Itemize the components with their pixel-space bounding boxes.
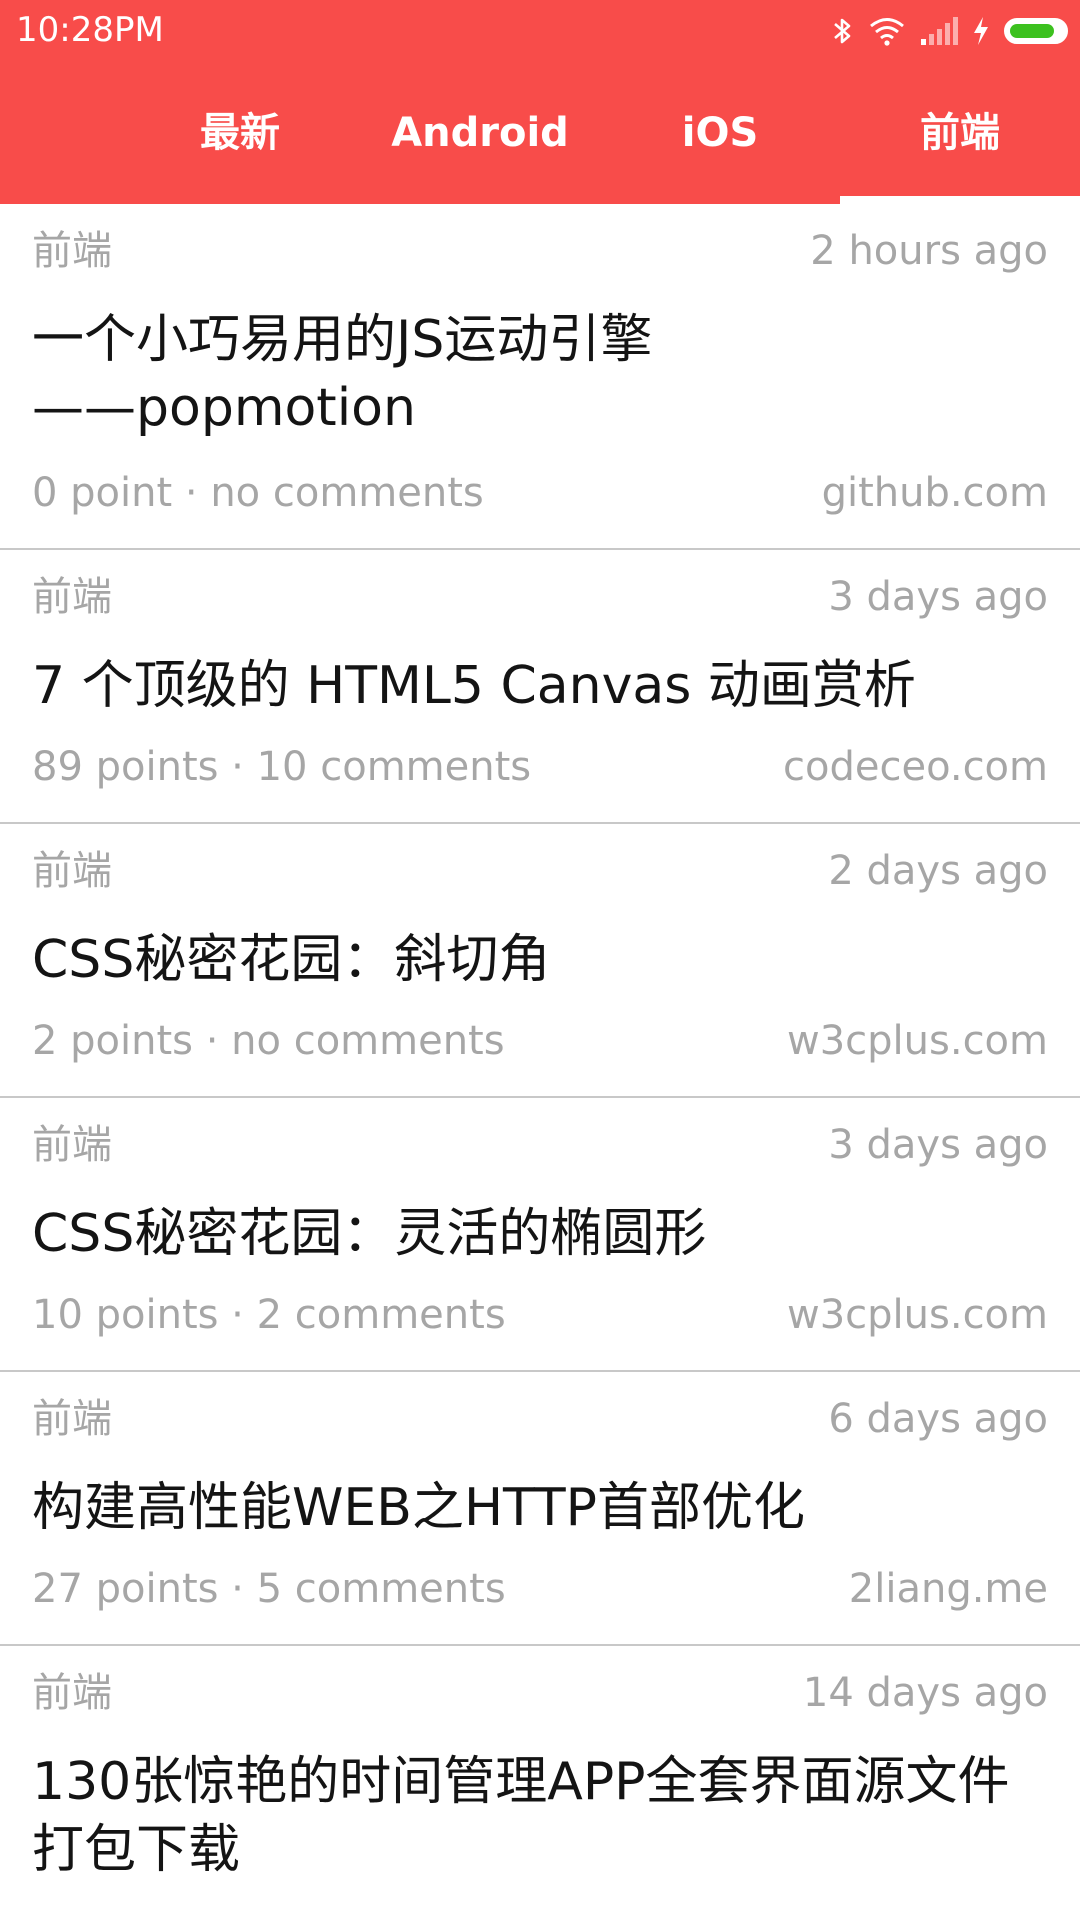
article-title[interactable]: CSS秘密花园：灵活的椭圆形 (32, 1200, 1048, 1268)
article-source[interactable]: 2liang.me (849, 1564, 1048, 1614)
status-bar: 10:28PM (0, 0, 1080, 62)
article-time: 6 days ago (828, 1396, 1048, 1442)
article-title[interactable]: 7 个顶级的 HTML5 Canvas 动画赏析 (32, 652, 1048, 720)
tab-selected-indicator (840, 196, 1080, 204)
signal-icon (920, 17, 958, 45)
tab-frontend[interactable]: 前端 (840, 62, 1080, 204)
article-stats: 10 points · 2 comments (32, 1292, 506, 1338)
article-stats: 2 points · no comments (32, 1018, 505, 1064)
article-item[interactable]: 前端 2 hours ago 一个小巧易用的JS运动引擎——popmotion … (0, 204, 1080, 550)
article-title[interactable]: 一个小巧易用的JS运动引擎——popmotion (32, 306, 720, 442)
status-icons (832, 10, 1068, 52)
battery-icon (1004, 18, 1068, 44)
article-footer: 0 point · no comments github.com (32, 468, 1048, 518)
article-footer: 89 points · 10 comments codeceo.com (32, 742, 1048, 792)
battery-level (1010, 24, 1054, 38)
article-time: 3 days ago (828, 574, 1048, 620)
article-title[interactable]: 构建高性能WEB之HTTP首部优化 (32, 1474, 1048, 1542)
article-item[interactable]: 前端 3 days ago 7 个顶级的 HTML5 Canvas 动画赏析 8… (0, 550, 1080, 824)
article-source[interactable]: w3cplus.com (787, 1290, 1048, 1340)
article-title[interactable]: CSS秘密花园：斜切角 (32, 926, 1048, 994)
article-item[interactable]: 前端 2 days ago CSS秘密花园：斜切角 2 points · no … (0, 824, 1080, 1098)
article-time: 3 days ago (828, 1122, 1048, 1168)
article-footer: 27 points · 5 comments 2liang.me (32, 1564, 1048, 1614)
article-time: 14 days ago (802, 1670, 1048, 1716)
article-feed[interactable]: 前端 2 hours ago 一个小巧易用的JS运动引擎——popmotion … (0, 204, 1080, 1920)
article-stats: 27 points · 5 comments (32, 1566, 506, 1612)
article-category: 前端 (32, 228, 112, 274)
tab-android[interactable]: Android (360, 62, 600, 204)
bluetooth-icon (832, 15, 854, 47)
article-category: 前端 (32, 1670, 112, 1716)
wifi-icon (868, 16, 906, 46)
article-stats: 89 points · 10 comments (32, 744, 532, 790)
article-item[interactable]: 前端 6 days ago 构建高性能WEB之HTTP首部优化 27 point… (0, 1372, 1080, 1646)
article-source[interactable]: github.com (822, 468, 1048, 518)
tab-latest[interactable]: 最新 (120, 62, 360, 204)
charging-icon (972, 16, 990, 46)
article-time: 2 days ago (828, 848, 1048, 894)
tab-hot[interactable]: 热门 (0, 62, 38, 204)
article-category: 前端 (32, 1396, 112, 1442)
status-time: 10:28PM (16, 10, 164, 50)
article-meta: 前端 2 hours ago (32, 226, 1048, 276)
article-meta: 前端 2 days ago (32, 846, 1048, 896)
article-source[interactable]: w3cplus.com (787, 1016, 1048, 1066)
article-footer: 2 points · no comments w3cplus.com (32, 1016, 1048, 1066)
article-category: 前端 (32, 574, 112, 620)
article-title[interactable]: 130张惊艳的时间管理APP全套界面源文件打包下载 (32, 1748, 1048, 1884)
category-tab-bar: 热门 最新 Android iOS 前端 (0, 62, 1080, 204)
article-category: 前端 (32, 1122, 112, 1168)
article-category: 前端 (32, 848, 112, 894)
article-item[interactable]: 前端 14 days ago 130张惊艳的时间管理APP全套界面源文件打包下载 (0, 1646, 1080, 1920)
article-meta: 前端 14 days ago (32, 1668, 1048, 1718)
article-meta: 前端 6 days ago (32, 1394, 1048, 1444)
article-stats: 0 point · no comments (32, 470, 484, 516)
article-time: 2 hours ago (810, 228, 1048, 274)
article-footer: 10 points · 2 comments w3cplus.com (32, 1290, 1048, 1340)
article-meta: 前端 3 days ago (32, 572, 1048, 622)
article-item[interactable]: 前端 3 days ago CSS秘密花园：灵活的椭圆形 10 points ·… (0, 1098, 1080, 1372)
article-meta: 前端 3 days ago (32, 1120, 1048, 1170)
tab-ios[interactable]: iOS (600, 62, 840, 204)
article-source[interactable]: codeceo.com (783, 742, 1048, 792)
